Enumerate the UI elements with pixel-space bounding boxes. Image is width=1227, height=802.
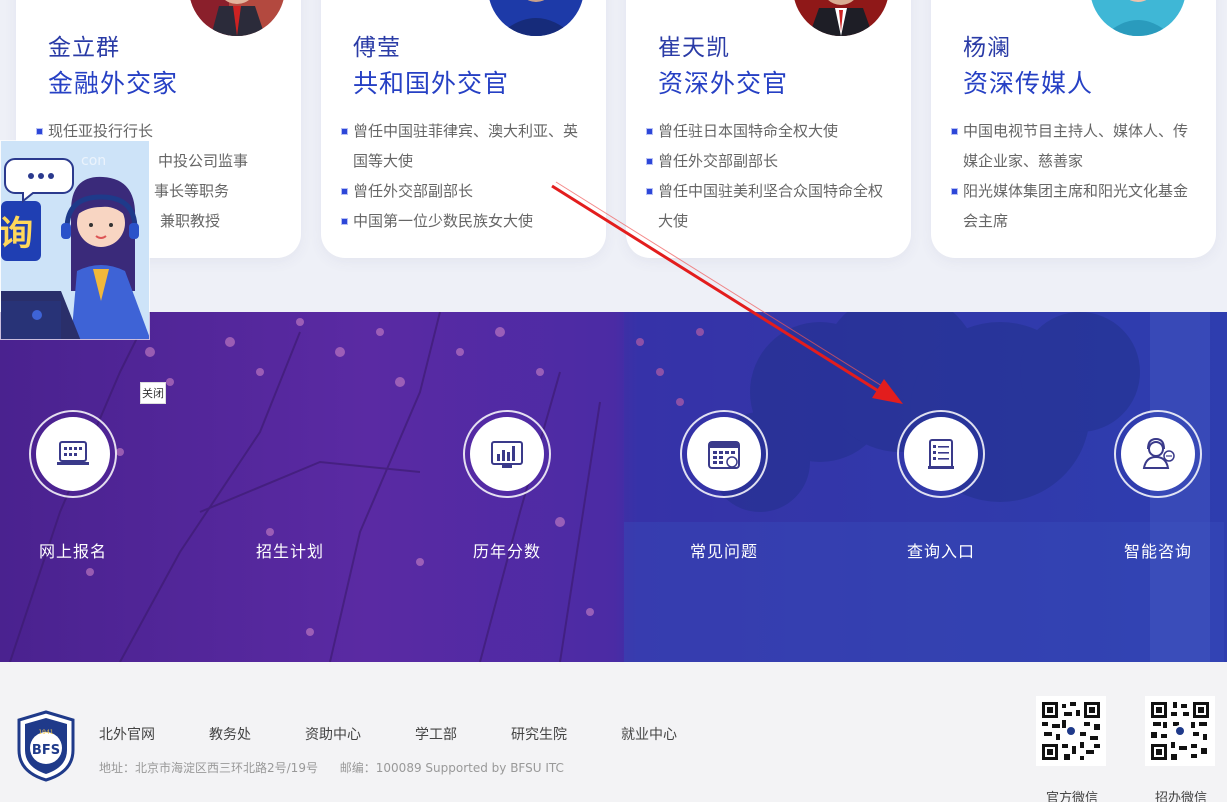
consult-badge-text: 询 [1, 214, 33, 254]
floating-consult-widget[interactable]: 询 con [0, 140, 150, 340]
footer-link-career-center[interactable]: 就业中心 [621, 724, 677, 744]
quick-link-label[interactable]: 招生计划 [215, 538, 365, 562]
quick-link-admission-plan[interactable]: 招生计划 [215, 410, 365, 562]
alumni-bio-list: 曾任中国驻菲律宾、澳大利亚、英国等大使 曾任外交部副部长 中国第一位少数民族女大… [341, 116, 588, 236]
logo-text: BFS [32, 743, 60, 758]
alumni-card[interactable]: 崔天凯 资深外交官 曾任驻日本国特命全权大使 曾任外交部副部长 曾任中国驻美利坚… [626, 0, 911, 258]
bio-item: 曾任外交部副部长 [646, 146, 893, 176]
alumni-name: 杨澜 [963, 35, 1011, 61]
quick-links-banner: 网上报名 招生计划 历年分数 常见问题 查询入口 智能咨询 [0, 312, 1227, 662]
alumni-bio-list: 曾任驻日本国特命全权大使 曾任外交部副部长 曾任中国驻美利坚合众国特命全权大使 [646, 116, 893, 236]
bio-item: 中国电视节目主持人、媒体人、传媒企业家、慈善家 [951, 116, 1198, 176]
qr-code-icon [1036, 696, 1106, 766]
qr-code-icon [1145, 696, 1215, 766]
quick-link-ring[interactable] [463, 410, 551, 498]
document-list-icon [928, 439, 954, 469]
consult-agent-illustration: 询 con [1, 141, 149, 339]
quick-link-query-entry[interactable]: 查询入口 [866, 410, 1016, 562]
bio-item: 曾任中国驻美利坚合众国特命全权大使 [646, 176, 893, 236]
chart-monitor-icon [491, 441, 523, 468]
footer-address: 地址：北京市海淀区西三环北路2号/19号 邮编：100089 Supported… [99, 759, 582, 776]
quick-link-label[interactable]: 网上报名 [0, 538, 148, 562]
qr-admissions-wechat: 招办微信 [1145, 696, 1217, 802]
alumni-photo [488, 0, 584, 36]
alumni-name: 崔天凯 [658, 35, 730, 61]
bio-item: 曾任外交部副部长 [341, 176, 588, 206]
alumni-title: 共和国外交官 [353, 69, 510, 98]
close-widget-button[interactable]: 关闭 [140, 382, 166, 404]
footer-link-student-affairs[interactable]: 学工部 [415, 724, 457, 744]
quick-link-ring[interactable] [1114, 410, 1202, 498]
alumni-photo [1090, 0, 1186, 36]
headset-agent-icon [1142, 437, 1175, 469]
alumni-bio-list: 中国电视节目主持人、媒体人、传媒企业家、慈善家 阳光媒体集团主席和阳光文化基金会… [951, 116, 1198, 236]
alumni-title: 资深外交官 [658, 69, 789, 98]
alumni-card[interactable]: 杨澜 资深传媒人 中国电视节目主持人、媒体人、传媒企业家、慈善家 阳光媒体集团主… [931, 0, 1216, 258]
bio-item: 阳光媒体集团主席和阳光文化基金会主席 [951, 176, 1198, 236]
alumni-title: 资深传媒人 [963, 69, 1094, 98]
bio-item: 曾任中国驻菲律宾、澳大利亚、英国等大使 [341, 116, 588, 176]
banner-background-image [9, 312, 1227, 662]
quick-link-label[interactable]: 查询入口 [866, 538, 1016, 562]
footer-link-financial-aid[interactable]: 资助中心 [305, 724, 361, 744]
quick-link-label[interactable]: 智能咨询 [1083, 538, 1227, 562]
footer-link-graduate-school[interactable]: 研究生院 [511, 724, 567, 744]
alumni-name: 傅莹 [353, 35, 401, 61]
address-text: 地址：北京市海淀区西三环北路2号/19号 [99, 761, 318, 775]
alumni-card[interactable]: 傅莹 共和国外交官 曾任中国驻菲律宾、澳大利亚、英国等大使 曾任外交部副部长 中… [321, 0, 606, 258]
site-footer: BFS 1941 北外官网 教务处 资助中心 学工部 研究生院 就业中心 地址：… [0, 662, 1227, 802]
postcode-text: 邮编：100089 Supported by BFSU ITC [339, 761, 564, 775]
bio-item: 曾任驻日本国特命全权大使 [646, 116, 893, 146]
laptop-calendar-icon [57, 441, 89, 465]
quick-link-label[interactable]: 常见问题 [649, 538, 799, 562]
footer-link-academic-affairs[interactable]: 教务处 [209, 724, 251, 744]
quick-link-faq[interactable]: 常见问题 [649, 410, 799, 562]
footer-link-bfsu-official[interactable]: 北外官网 [99, 724, 155, 744]
quick-link-ring[interactable] [680, 410, 768, 498]
quick-link-online-register[interactable]: 网上报名 [0, 410, 148, 562]
qr-official-wechat: 官方微信 [1036, 696, 1108, 802]
footer-nav: 北外官网 教务处 资助中心 学工部 研究生院 就业中心 [99, 724, 731, 744]
quick-link-ring[interactable] [897, 410, 985, 498]
alumni-name: 金立群 [48, 35, 120, 61]
qr-label: 官方微信 [1045, 791, 1098, 802]
bfsu-logo: BFS 1941 [15, 710, 77, 782]
calendar-grid-icon [708, 441, 740, 469]
bio-item: 中国第一位少数民族女大使 [341, 206, 588, 236]
quick-link-label[interactable]: 历年分数 [432, 538, 582, 562]
quick-link-smart-consult[interactable]: 智能咨询 [1083, 410, 1227, 562]
logo-year: 1941 [38, 729, 53, 736]
consult-badge-sub: con [81, 153, 106, 169]
alumni-title: 金融外交家 [48, 69, 179, 98]
qr-label: 招办微信 [1154, 791, 1207, 802]
alumni-cards-section: 金立群 金融外交家 现任亚投行行长 长、中投公司监事 事长等职务 兼职教授 傅莹… [0, 0, 1227, 312]
alumni-photo [189, 0, 285, 36]
alumni-photo [793, 0, 889, 36]
quick-link-ring[interactable] [29, 410, 117, 498]
quick-link-historical-scores[interactable]: 历年分数 [432, 410, 582, 562]
